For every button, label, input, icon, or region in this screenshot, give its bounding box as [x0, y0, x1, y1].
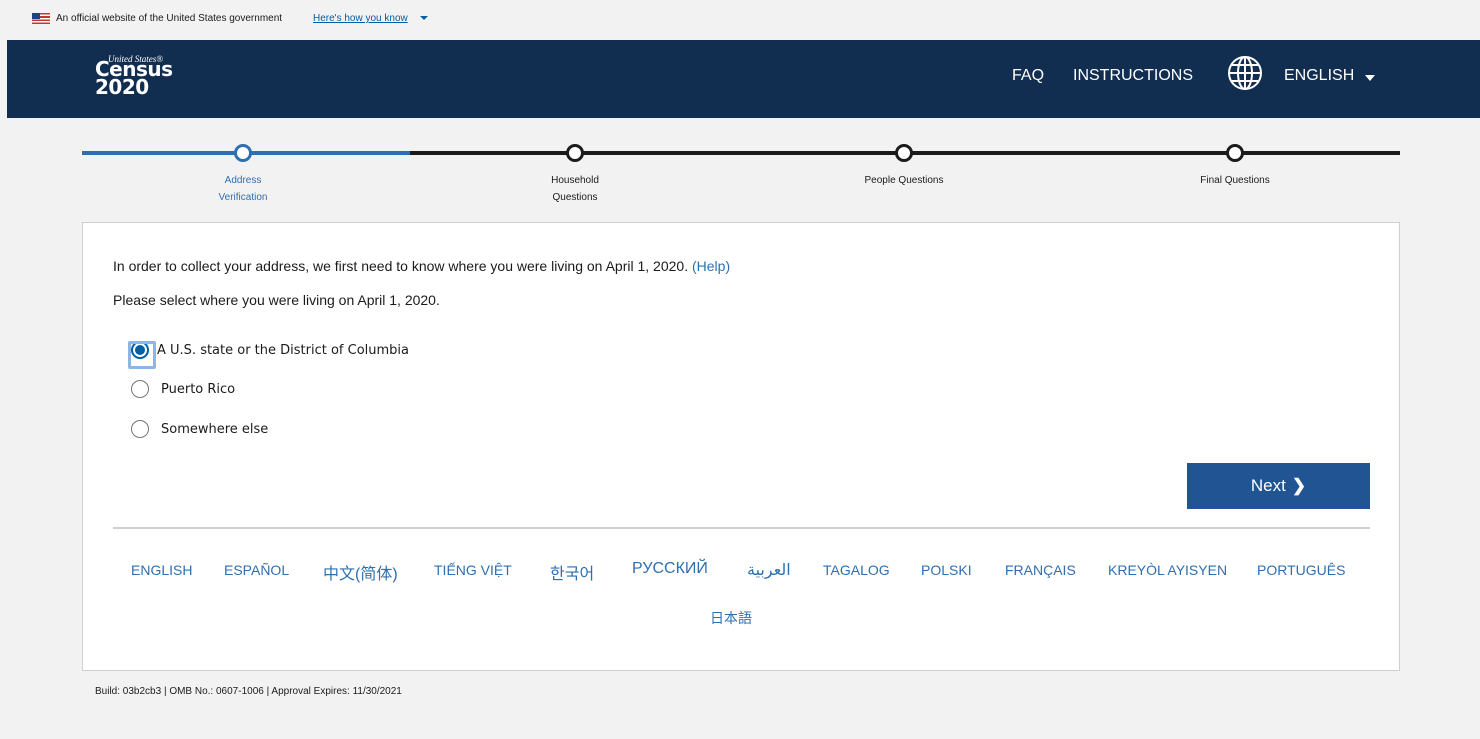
focus-ring [128, 341, 156, 369]
gov-banner-text: An official website of the United States… [56, 13, 283, 24]
instructions-link[interactable]: INSTRUCTIONS [1073, 67, 1193, 85]
progress-tracker: Address Verification Household Questions… [82, 140, 1400, 210]
step-label-household-questions: Household Questions [551, 175, 599, 203]
option-label-somewhere-else[interactable]: Somewhere else [161, 422, 268, 437]
lang-link-english[interactable]: ENGLISH [131, 562, 192, 578]
chevron-right-icon: ❯ [1291, 476, 1307, 495]
question-card: In order to collect your address, we fir… [82, 222, 1400, 671]
lang-link-francais[interactable]: FRANÇAIS [1005, 562, 1076, 578]
option-label-puerto-rico[interactable]: Puerto Rico [161, 382, 235, 397]
intro-text: In order to collect your address, we fir… [113, 258, 730, 274]
option-us-state[interactable]: A U.S. state or the District of Columbia [128, 338, 409, 369]
option-puerto-rico[interactable]: Puerto Rico [131, 377, 235, 401]
faq-link[interactable]: FAQ [1012, 67, 1044, 85]
step-node-final-questions [1226, 144, 1244, 162]
step-label-address-verification: Address Verification [218, 175, 268, 203]
step-label-final-questions: Final Questions [1200, 175, 1270, 186]
heres-how-you-know-link[interactable]: Here's how you know [313, 13, 408, 24]
logo-year: 2020 [95, 75, 149, 99]
divider [113, 527, 1370, 529]
help-link[interactable]: (Help) [692, 258, 730, 274]
page: An official website of the United States… [0, 0, 1480, 739]
caret-down-icon[interactable] [1365, 75, 1375, 81]
lang-link-portugues[interactable]: PORTUGUÊS [1257, 562, 1345, 578]
us-flag-icon [32, 13, 50, 24]
radio-somewhere-else[interactable] [131, 420, 149, 438]
step-node-people-questions [895, 144, 913, 162]
lang-link-korean[interactable]: 한국어 [550, 560, 594, 584]
step-node-address-verification [234, 144, 252, 162]
site-header: United States® Census 2020 FAQ INSTRUCTI… [7, 40, 1480, 118]
next-button-label: Next [1250, 476, 1286, 495]
radio-puerto-rico[interactable] [131, 380, 149, 398]
language-selector[interactable]: ENGLISH [1284, 67, 1354, 85]
option-label-us-state[interactable]: A U.S. state or the District of Columbia [157, 343, 409, 358]
lang-link-espanol[interactable]: ESPAÑOL [224, 562, 289, 578]
lang-link-kreyol[interactable]: KREYÒL AYISYEN [1108, 562, 1227, 578]
step-node-household-questions [566, 144, 584, 162]
language-links: ENGLISH ESPAÑOL 中文(简体) TIẾNG VIỆT 한국어 РУ… [83, 560, 1401, 586]
gov-banner: An official website of the United States… [0, 0, 1480, 40]
lang-link-chinese[interactable]: 中文(简体) [323, 560, 398, 584]
lang-link-tagalog[interactable]: TAGALOG [823, 562, 890, 578]
step-label-people-questions: People Questions [864, 175, 944, 186]
question-text: Please select where you were living on A… [113, 292, 440, 308]
globe-icon[interactable] [1227, 55, 1263, 91]
lang-link-polski[interactable]: POLSKI [921, 562, 972, 578]
footer-build-info: Build: 03b2cb3 | OMB No.: 0607-1006 | Ap… [95, 686, 402, 697]
intro-sentence: In order to collect your address, we fir… [113, 258, 689, 274]
next-button[interactable]: Next ❯ [1187, 463, 1370, 509]
lang-link-vietnamese[interactable]: TIẾNG VIỆT [434, 562, 512, 578]
lang-link-russian[interactable]: РУССКИЙ [632, 560, 708, 578]
language-links-row2: 日本語 [83, 608, 1401, 632]
lang-link-japanese[interactable]: 日本語 [710, 608, 752, 628]
caret-down-icon[interactable] [420, 16, 428, 20]
radio-us-state[interactable] [128, 341, 156, 369]
lang-link-arabic[interactable]: العربية [747, 560, 791, 580]
option-somewhere-else[interactable]: Somewhere else [131, 417, 268, 441]
